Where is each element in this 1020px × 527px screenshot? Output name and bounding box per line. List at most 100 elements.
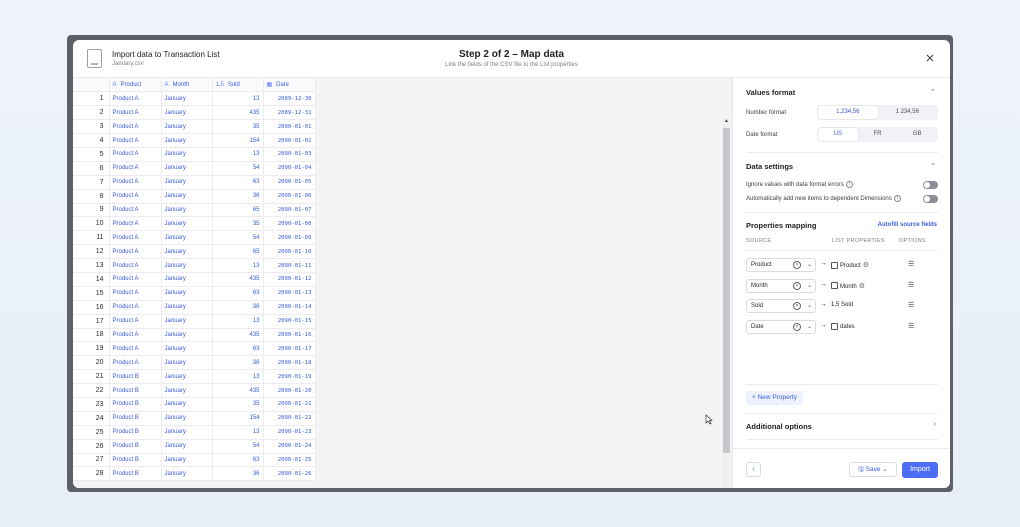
table-cell[interactable]: January bbox=[161, 314, 213, 329]
table-cell[interactable]: 54 bbox=[212, 161, 264, 176]
table-cell[interactable]: 2090-01-17 bbox=[263, 341, 316, 357]
table-cell[interactable]: 2090-01-15 bbox=[263, 314, 316, 329]
table-cell[interactable]: January bbox=[161, 383, 213, 398]
source-field-select[interactable]: Month × ⌄ bbox=[746, 278, 816, 293]
table-cell[interactable]: January bbox=[161, 203, 213, 218]
table-cell[interactable]: January bbox=[161, 272, 213, 287]
collapse-chevron-icon[interactable]: ⌃ bbox=[930, 88, 936, 96]
source-field-select[interactable]: Product × ⌄ bbox=[746, 258, 816, 272]
close-icon[interactable] bbox=[924, 52, 936, 64]
options-sliders-icon[interactable]: ☰ bbox=[908, 260, 914, 268]
table-cell[interactable]: January bbox=[161, 328, 213, 343]
table-cell[interactable]: 2089-12-30 bbox=[263, 91, 316, 107]
date-format-option[interactable]: GB bbox=[897, 128, 937, 141]
table-cell[interactable]: January bbox=[161, 300, 213, 315]
table-cell[interactable]: 2089-12-31 bbox=[263, 105, 316, 121]
table-cell[interactable]: Product A bbox=[109, 328, 162, 343]
table-cell[interactable]: Product A bbox=[109, 216, 162, 232]
table-cell[interactable]: 36 bbox=[212, 300, 264, 315]
table-cell[interactable]: Product A bbox=[109, 258, 162, 273]
table-cell[interactable]: Product B bbox=[109, 383, 162, 398]
table-cell[interactable]: 2090-01-11 bbox=[263, 258, 316, 273]
table-cell[interactable]: 2090-01-22 bbox=[263, 411, 316, 426]
table-cell[interactable]: January bbox=[161, 230, 213, 246]
options-sliders-icon[interactable]: ☰ bbox=[908, 301, 914, 309]
table-cell[interactable]: 13 bbox=[212, 425, 264, 440]
table-cell[interactable]: 65 bbox=[212, 244, 264, 260]
table-cell[interactable]: 13 bbox=[212, 369, 264, 385]
import-button[interactable]: Import bbox=[902, 462, 938, 478]
table-cell[interactable]: Product A bbox=[109, 341, 162, 357]
table-cell[interactable]: January bbox=[161, 369, 213, 385]
table-cell[interactable]: January bbox=[161, 244, 213, 260]
table-cell[interactable]: 435 bbox=[212, 272, 264, 287]
table-cell[interactable]: 2090-01-19 bbox=[263, 369, 316, 385]
table-cell[interactable]: Product A bbox=[109, 314, 162, 329]
table-cell[interactable]: Product A bbox=[109, 161, 162, 176]
table-cell[interactable]: 63 bbox=[212, 286, 264, 301]
table-cell[interactable]: January bbox=[161, 341, 213, 357]
table-cell[interactable]: 2090-01-09 bbox=[263, 230, 316, 246]
table-cell[interactable]: Product A bbox=[109, 355, 162, 371]
table-cell[interactable]: 13 bbox=[212, 258, 264, 273]
number-format-option[interactable]: 1,234,56 bbox=[818, 106, 878, 119]
clear-icon[interactable]: × bbox=[793, 281, 801, 290]
table-cell[interactable]: January bbox=[161, 133, 213, 148]
number-format-option[interactable]: 1 234,56 bbox=[878, 106, 938, 119]
table-cell[interactable]: January bbox=[161, 286, 213, 301]
table-cell[interactable]: 154 bbox=[212, 133, 264, 148]
table-cell[interactable]: January bbox=[161, 355, 213, 371]
table-cell[interactable]: 65 bbox=[212, 203, 264, 218]
table-cell[interactable]: Product A bbox=[109, 175, 162, 190]
vertical-scrollbar[interactable] bbox=[722, 118, 731, 488]
table-cell[interactable]: 435 bbox=[212, 105, 264, 121]
table-cell[interactable]: 13 bbox=[212, 314, 264, 329]
table-cell[interactable]: 35 bbox=[212, 216, 264, 232]
table-cell[interactable]: Product B bbox=[109, 439, 162, 454]
table-cell[interactable]: Product A bbox=[109, 244, 162, 260]
table-cell[interactable]: 2090-01-06 bbox=[263, 189, 316, 204]
date-format-option[interactable]: US bbox=[818, 128, 858, 141]
table-cell[interactable]: 36 bbox=[212, 189, 264, 204]
table-cell[interactable]: January bbox=[161, 466, 213, 482]
table-cell[interactable]: 36 bbox=[212, 355, 264, 371]
source-field-select[interactable]: Sold × ⌄ bbox=[746, 299, 816, 313]
table-cell[interactable]: 35 bbox=[212, 119, 264, 135]
table-cell[interactable]: January bbox=[161, 258, 213, 273]
table-cell[interactable]: Product A bbox=[109, 272, 162, 287]
table-cell[interactable]: January bbox=[161, 105, 213, 121]
table-cell[interactable]: 2090-01-10 bbox=[263, 244, 316, 260]
clear-icon[interactable]: × bbox=[793, 322, 801, 331]
table-cell[interactable]: Product A bbox=[109, 133, 162, 148]
table-cell[interactable]: 2090-01-01 bbox=[263, 119, 316, 135]
clear-icon[interactable]: × bbox=[793, 302, 801, 310]
table-cell[interactable]: 2090-01-26 bbox=[263, 466, 316, 482]
table-cell[interactable]: 63 bbox=[212, 453, 264, 468]
table-cell[interactable]: January bbox=[161, 91, 213, 107]
table-cell[interactable]: 36 bbox=[212, 466, 264, 482]
table-cell[interactable]: Product B bbox=[109, 453, 162, 468]
table-cell[interactable]: January bbox=[161, 439, 213, 454]
column-header-date[interactable]: ▦ Date bbox=[263, 78, 316, 93]
column-header-sold[interactable]: 1,5 Sold bbox=[212, 78, 264, 93]
auto-add-toggle[interactable] bbox=[923, 195, 938, 203]
ignore-errors-toggle[interactable] bbox=[923, 181, 938, 189]
table-cell[interactable]: Product A bbox=[109, 119, 162, 135]
table-cell[interactable]: 2090-01-25 bbox=[263, 453, 316, 468]
info-icon[interactable]: i bbox=[845, 181, 853, 188]
scrollbar-thumb[interactable] bbox=[723, 128, 730, 453]
table-cell[interactable]: January bbox=[161, 411, 213, 426]
table-cell[interactable]: 2090-01-23 bbox=[263, 425, 316, 440]
table-cell[interactable]: Product A bbox=[109, 300, 162, 315]
table-cell[interactable]: January bbox=[161, 119, 213, 135]
table-cell[interactable]: 2090-01-02 bbox=[263, 133, 316, 148]
table-cell[interactable]: 2090-01-12 bbox=[263, 272, 316, 287]
table-cell[interactable]: 435 bbox=[212, 383, 264, 398]
table-cell[interactable]: 2090-01-13 bbox=[263, 286, 316, 301]
table-cell[interactable]: 2090-01-21 bbox=[263, 397, 316, 412]
table-cell[interactable]: 2090-01-05 bbox=[263, 175, 316, 190]
table-cell[interactable]: 35 bbox=[212, 397, 264, 412]
table-cell[interactable]: 2090-01-07 bbox=[263, 203, 316, 218]
table-cell[interactable]: January bbox=[161, 397, 213, 412]
autofill-link[interactable]: Autofill source fields bbox=[878, 222, 937, 228]
